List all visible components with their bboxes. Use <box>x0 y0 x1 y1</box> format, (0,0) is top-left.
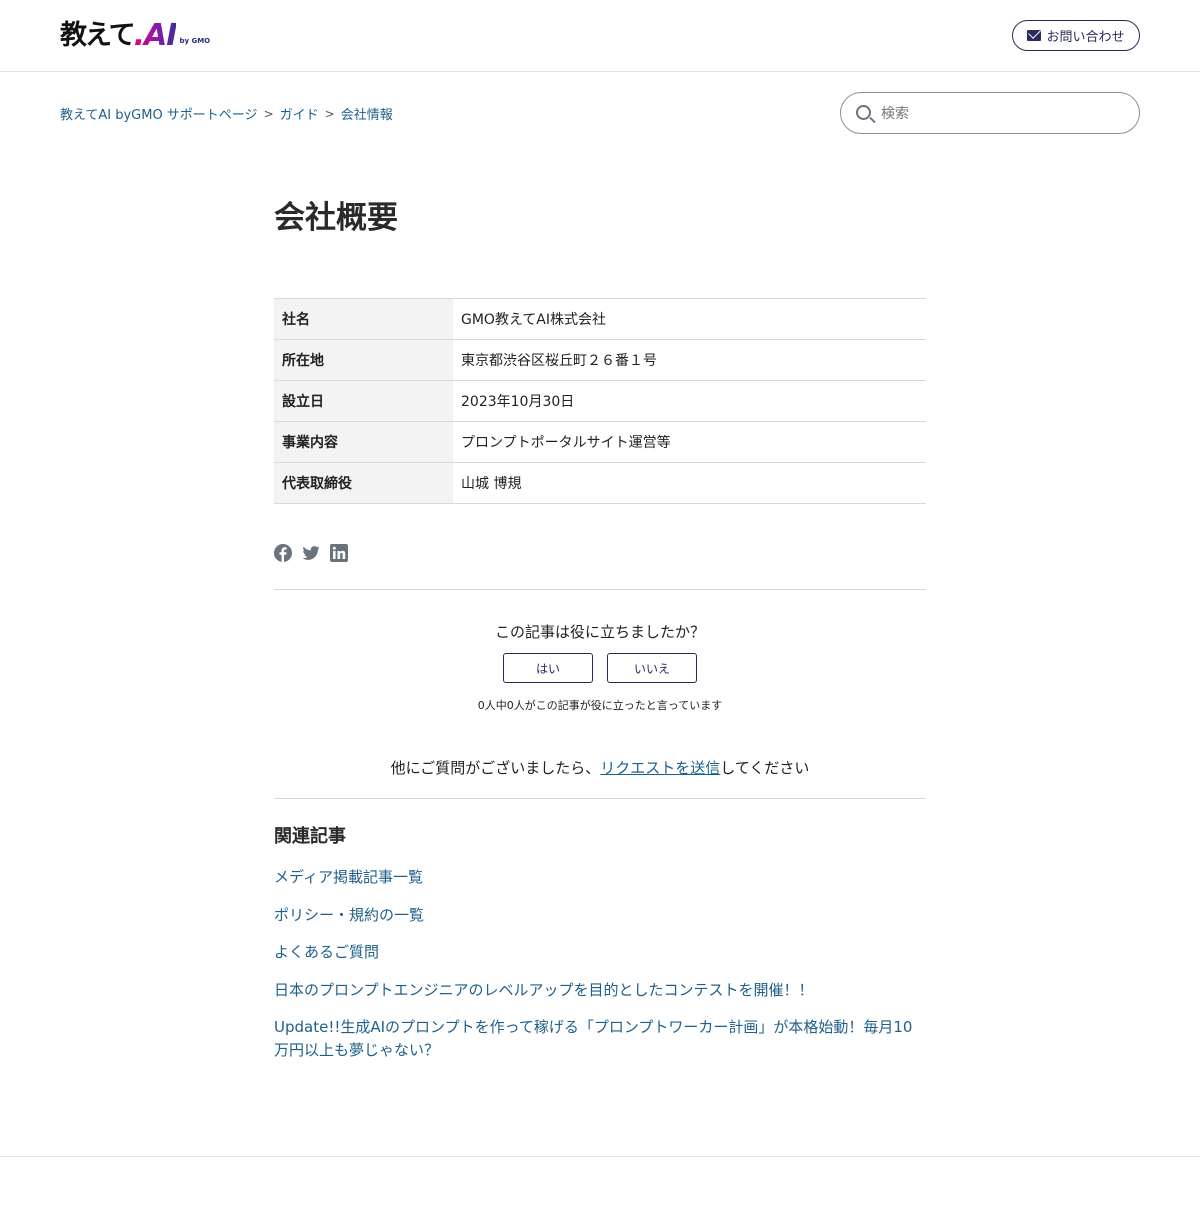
table-value: 東京都渋谷区桜丘町２６番１号 <box>461 353 657 369</box>
company-info-table: 社名 GMO教えてAI株式会社 所在地 東京都渋谷区桜丘町２６番１号 設立日 2… <box>274 298 926 504</box>
table-value: プロンプトポータルサイト運営等 <box>461 435 671 451</box>
list-item: メディア掲載記事一覧 <box>274 866 926 889</box>
breadcrumb-item-company[interactable]: 会社情報 <box>341 104 393 123</box>
contact-button[interactable]: お問い合わせ <box>1012 20 1140 51</box>
contact-button-label: お問い合わせ <box>1046 30 1125 45</box>
facebook-icon[interactable] <box>274 544 292 562</box>
breadcrumb: 教えてAI byGMO サポートページ > ガイド > 会社情報 <box>60 104 393 124</box>
mail-icon <box>1027 30 1042 41</box>
linkedin-icon[interactable] <box>330 544 348 562</box>
related-articles-title: 関連記事 <box>274 826 346 847</box>
logo-by-gmo: by GMO <box>179 37 211 45</box>
search-box[interactable] <box>840 92 1140 134</box>
submit-request-link[interactable]: リクエストを送信 <box>600 759 720 777</box>
table-label: 設立日 <box>274 380 453 422</box>
logo-text-jp: 教えて <box>60 20 136 51</box>
table-row: 代表取締役 山城 博規 <box>274 462 926 504</box>
site-logo[interactable]: 教えて .AI by GMO <box>60 18 210 52</box>
footer-divider <box>0 1156 1200 1157</box>
search-input[interactable] <box>881 103 1121 125</box>
related-article-link[interactable]: メディア掲載記事一覧 <box>274 868 423 886</box>
vote-yes-button[interactable]: はい <box>503 653 593 683</box>
related-article-link[interactable]: ポリシー・規約の一覧 <box>274 906 424 924</box>
list-item: 日本のプロンプトエンジニアのレベルアップを目的としたコンテストを開催！！ <box>274 979 926 1002</box>
divider <box>274 589 926 590</box>
related-articles-list: メディア掲載記事一覧 ポリシー・規約の一覧 よくあるご質問 日本のプロンプトエン… <box>274 866 926 1076</box>
request-prefix: 他にご質問がございましたら、 <box>390 759 601 777</box>
search-icon <box>856 105 871 120</box>
related-article-link[interactable]: Update!!生成AIのプロンプトを作って稼げる「プロンプトワーカー計画」が本… <box>274 1018 912 1059</box>
breadcrumb-separator: > <box>324 106 335 121</box>
twitter-icon[interactable] <box>302 544 320 562</box>
request-prompt: 他にご質問がございましたら、リクエストを送信してください <box>274 757 926 778</box>
divider <box>274 798 926 799</box>
breadcrumb-separator: > <box>263 106 274 121</box>
vote-question: この記事は役に立ちましたか？ <box>494 623 705 641</box>
list-item: Update!!生成AIのプロンプトを作って稼げる「プロンプトワーカー計画」が本… <box>274 1016 926 1061</box>
table-value: 山城 博規 <box>461 476 522 492</box>
list-item: ポリシー・規約の一覧 <box>274 904 926 927</box>
breadcrumb-item-home[interactable]: 教えてAI byGMO サポートページ <box>60 104 258 123</box>
table-row: 事業内容 プロンプトポータルサイト運営等 <box>274 421 926 463</box>
table-label: 代表取締役 <box>274 462 453 504</box>
related-article-link[interactable]: よくあるご質問 <box>274 943 379 961</box>
site-header: 教えて .AI by GMO お問い合わせ <box>0 0 1200 72</box>
table-row: 設立日 2023年10月30日 <box>274 380 926 422</box>
table-row: 所在地 東京都渋谷区桜丘町２６番１号 <box>274 339 926 381</box>
list-item: よくあるご質問 <box>274 941 926 964</box>
logo-text-ai: .AI <box>133 18 178 53</box>
table-label: 所在地 <box>274 339 453 381</box>
table-value: GMO教えてAI株式会社 <box>461 312 606 328</box>
vote-count: 0人中0人がこの記事が役に立ったと言っています <box>477 699 723 712</box>
table-label: 社名 <box>274 298 453 340</box>
table-value: 2023年10月30日 <box>461 394 575 410</box>
request-suffix: してください <box>720 759 810 777</box>
vote-no-button[interactable]: いいえ <box>607 653 697 683</box>
table-label: 事業内容 <box>274 421 453 463</box>
share-links <box>274 544 348 562</box>
related-article-link[interactable]: 日本のプロンプトエンジニアのレベルアップを目的としたコンテストを開催！！ <box>274 981 814 999</box>
table-row: 社名 GMO教えてAI株式会社 <box>274 298 926 340</box>
page-title: 会社概要 <box>274 200 398 236</box>
breadcrumb-item-guide[interactable]: ガイド <box>280 104 319 123</box>
